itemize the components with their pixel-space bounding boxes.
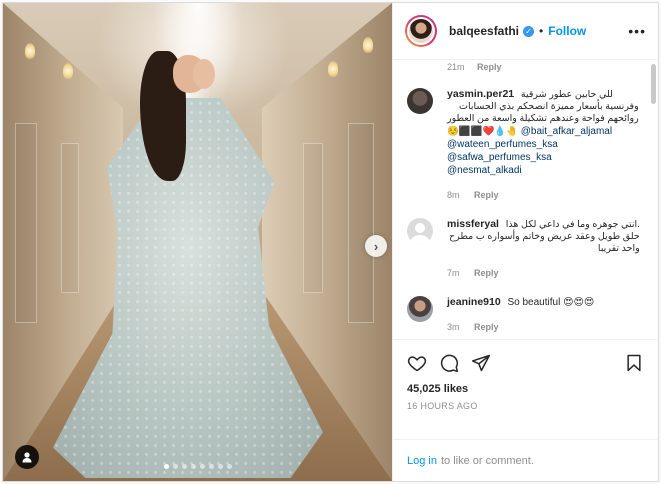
- likes-count[interactable]: 45,025 likes: [407, 383, 644, 395]
- comment-time: 21m: [447, 62, 465, 72]
- comment-time: 8m: [447, 190, 460, 200]
- action-icons: [407, 348, 644, 378]
- carousel-dot: [190, 464, 196, 469]
- carousel-indicator: [3, 464, 392, 469]
- carousel-dot: [217, 464, 223, 469]
- comment-text-line: وفرنسية بأسعار مميزة انصحكم بذي الحسابات: [459, 101, 639, 112]
- post-sidebar: balqeesfathi ✓ • Follow ••• 21m Reply ya…: [392, 3, 658, 481]
- post-header: balqeesfathi ✓ • Follow •••: [393, 3, 658, 60]
- send-icon: [471, 354, 491, 372]
- more-options-icon[interactable]: •••: [628, 23, 646, 39]
- post-photo[interactable]: ›: [3, 3, 392, 481]
- carousel-dot: [208, 464, 214, 469]
- comment-item: yasmin.per21 للي حابين عطور شرقية وفرنسي…: [407, 88, 644, 202]
- reply-button[interactable]: Reply: [474, 268, 499, 278]
- commenter-username[interactable]: jeanine910: [447, 296, 501, 308]
- comment-emoji-line: ☺️⬛️⬛️❤️💧🤚: [447, 126, 518, 137]
- separator-dot: •: [539, 24, 544, 38]
- comment-body: missferyal انتي جوهره وما في داعي لكل هذ…: [447, 218, 640, 280]
- follow-button[interactable]: Follow: [548, 24, 586, 38]
- comments-list[interactable]: 21m Reply yasmin.per21 للي حابين عطور شر…: [393, 60, 658, 339]
- comment-item: jeanine910 So beautiful 😍😍😍 3m Reply: [407, 296, 644, 334]
- comment-body: yasmin.per21 للي حابين عطور شرقية وفرنسي…: [447, 88, 639, 202]
- mention-link[interactable]: @nesmat_alkadi: [447, 164, 639, 177]
- reply-button[interactable]: Reply: [474, 190, 499, 200]
- verified-badge-icon: ✓: [523, 25, 535, 37]
- mention-link[interactable]: @wateen_perfumes_ksa: [447, 138, 639, 151]
- author-username[interactable]: balqeesfathi: [449, 24, 519, 38]
- comment-item: missferyal انتي جوهره وما في داعي لكل هذ…: [407, 218, 644, 280]
- comment-text-line: واحد تقريبا: [597, 243, 640, 254]
- hallway-door: [15, 123, 37, 323]
- hallway-door: [303, 143, 323, 293]
- mention-link[interactable]: @bait_afkar_aljamal: [521, 126, 612, 137]
- login-link[interactable]: Log in: [407, 455, 437, 467]
- post-timestamp[interactable]: 16 HOURS AGO: [407, 401, 644, 411]
- hallway-door: [348, 123, 374, 323]
- comment-text-line: للي حابين عطور شرقية: [520, 89, 613, 100]
- hallway-door: [61, 143, 79, 293]
- like-button[interactable]: [407, 353, 427, 373]
- reply-button[interactable]: Reply: [474, 322, 499, 332]
- user-icon: [22, 452, 32, 463]
- comment-meta: 7m Reply: [447, 267, 640, 280]
- mention-link[interactable]: @safwa_perfumes_ksa: [447, 151, 639, 164]
- comment-body: jeanine910 So beautiful 😍😍😍 3m Reply: [447, 296, 594, 334]
- comment-text-line: انتي جوهره وما في داعي لكل هذا.: [505, 219, 640, 230]
- heart-icon: [407, 356, 427, 372]
- comment-meta: 21m Reply: [447, 62, 644, 72]
- carousel-dot: [163, 464, 169, 469]
- carousel-dot: [181, 464, 187, 469]
- scrollbar[interactable]: [651, 64, 656, 104]
- commenter-username[interactable]: yasmin.per21: [447, 88, 514, 100]
- wall-sconce: [363, 37, 373, 53]
- bookmark-icon: [627, 354, 641, 372]
- comment-meta: 3m Reply: [447, 321, 594, 334]
- login-prompt-text: to like or comment.: [440, 454, 534, 467]
- default-user-icon: [410, 223, 430, 244]
- comment-meta: 8m Reply: [447, 189, 639, 202]
- chevron-right-icon: ›: [373, 238, 379, 254]
- commenter-avatar[interactable]: [407, 88, 433, 114]
- hands: [193, 59, 215, 89]
- commenter-username[interactable]: missferyal: [447, 218, 499, 230]
- carousel-dot: [226, 464, 232, 469]
- carousel-dot: [172, 464, 178, 469]
- comment-icon: [440, 354, 459, 373]
- reply-button[interactable]: Reply: [477, 62, 502, 72]
- save-button[interactable]: [624, 353, 644, 373]
- comment-text-line: روائحهم فواحة وعندهم تشكيلة واسعة من الع…: [447, 113, 639, 124]
- author-avatar[interactable]: [405, 15, 437, 47]
- comment-text: So beautiful 😍😍😍: [507, 297, 595, 308]
- wall-sconce: [25, 43, 35, 59]
- comment-button[interactable]: [439, 353, 459, 373]
- wall-sconce: [63, 63, 73, 79]
- commenter-avatar[interactable]: [407, 296, 433, 322]
- carousel-dot: [199, 464, 205, 469]
- carousel-next-button[interactable]: ›: [365, 235, 387, 257]
- wall-sconce: [328, 61, 338, 77]
- comment-time: 7m: [447, 268, 460, 278]
- action-bar: 45,025 likes 16 HOURS AGO: [393, 339, 658, 439]
- login-prompt: Log in to like or comment.: [393, 439, 658, 481]
- share-button[interactable]: [471, 353, 491, 373]
- comment-time: 3m: [447, 322, 460, 332]
- commenter-avatar[interactable]: [407, 218, 433, 244]
- post-frame: › balqeesfathi ✓ • Follow ••• 21m Reply: [2, 2, 659, 482]
- comment-text-line: حلق طويل وعقد عريض وخاتم وأسواره ب مطرح: [448, 231, 640, 242]
